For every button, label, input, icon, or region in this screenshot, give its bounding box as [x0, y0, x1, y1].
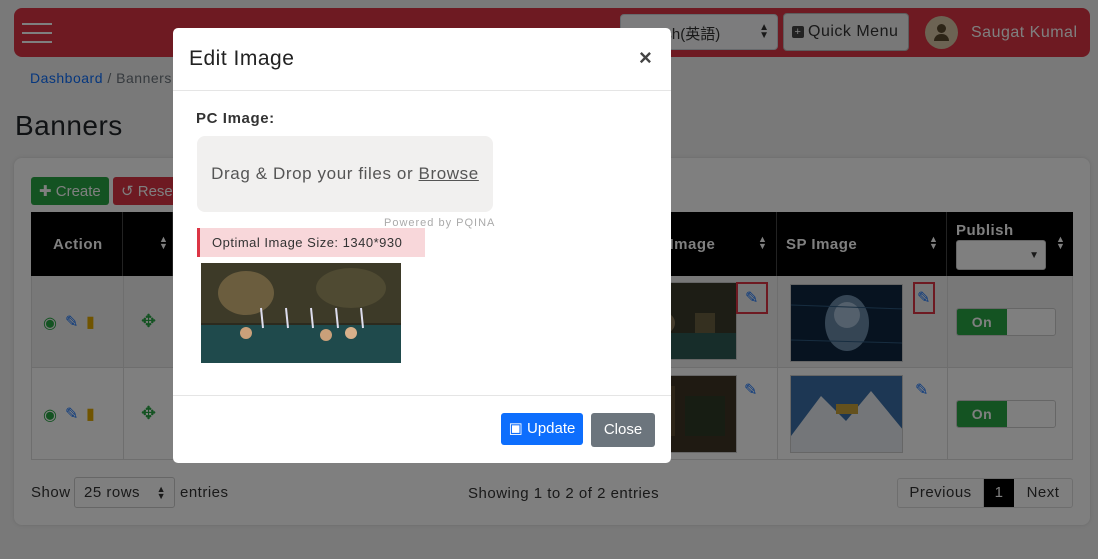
pc-image-label: PC Image:: [196, 110, 275, 127]
modal-title: Edit Image: [189, 47, 295, 70]
image-preview: [201, 263, 401, 363]
modal-header: Edit Image ×: [173, 28, 671, 91]
save-icon: ▣: [508, 420, 523, 437]
browse-link[interactable]: Browse: [419, 164, 479, 183]
close-icon[interactable]: ×: [639, 45, 652, 71]
modal-footer: ▣ Update Close: [173, 395, 671, 463]
update-label: Update: [526, 420, 576, 437]
file-dropzone[interactable]: Drag & Drop your files or Browse: [197, 136, 493, 212]
update-button[interactable]: ▣ Update: [501, 413, 583, 445]
drop-text: Drag & Drop your files or: [211, 164, 414, 183]
edit-image-modal: Edit Image × PC Image: Drag & Drop your …: [173, 28, 671, 463]
close-button[interactable]: Close: [591, 413, 655, 447]
optimal-size-alert: Optimal Image Size: 1340*930: [197, 228, 425, 257]
